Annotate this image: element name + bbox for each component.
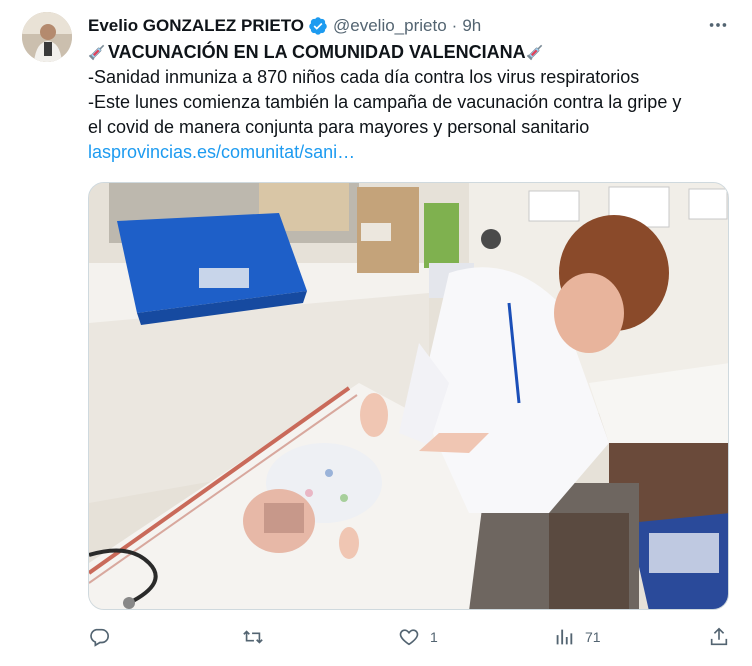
- action-bar: 1 71: [88, 626, 738, 654]
- tweet-line-3: el covid de manera conjunta para mayores…: [88, 117, 590, 137]
- more-options-icon[interactable]: [706, 14, 730, 36]
- like-count: 1: [430, 629, 438, 645]
- syringe-emoji-icon: [88, 41, 108, 61]
- tweet-title-line: VACUNACIÓN EN LA COMUNIDAD VALENCIANA: [88, 40, 738, 65]
- tweet-line-1: -Sanidad inmuniza a 870 niños cada día c…: [88, 67, 640, 87]
- author-name[interactable]: Evelio GONZALEZ PRIETO: [88, 16, 304, 36]
- separator-dot: ·: [451, 16, 458, 35]
- syringe-emoji-icon: [526, 41, 546, 61]
- author-handle[interactable]: @evelio_prieto: [333, 16, 447, 36]
- share-button[interactable]: [708, 626, 730, 648]
- tweet-header: Evelio GONZALEZ PRIETO @evelio_prieto · …: [88, 14, 481, 38]
- retweet-icon: [243, 630, 263, 644]
- views-icon: [556, 629, 573, 645]
- share-icon: [710, 627, 728, 646]
- tweet-card[interactable]: Evelio GONZALEZ PRIETO @evelio_prieto · …: [0, 0, 752, 666]
- reply-icon: [90, 628, 109, 647]
- tweet-time[interactable]: 9h: [462, 16, 481, 36]
- avatar[interactable]: [22, 12, 72, 62]
- heart-icon: [399, 629, 419, 646]
- like-button[interactable]: 1: [398, 626, 438, 648]
- views-button[interactable]: 71: [553, 626, 601, 648]
- views-count: 71: [585, 629, 601, 645]
- vaccination-photo-illustration: [89, 183, 728, 609]
- article-link[interactable]: lasprovincias.es/comunitat/sani…: [88, 140, 738, 165]
- tweet-line-2: -Este lunes comienza también la campaña …: [88, 92, 682, 112]
- tweet-title: VACUNACIÓN EN LA COMUNIDAD VALENCIANA: [108, 42, 526, 62]
- reply-button[interactable]: [88, 626, 110, 648]
- verified-badge-icon: [308, 16, 328, 36]
- retweet-button[interactable]: [242, 626, 264, 648]
- tweet-text: VACUNACIÓN EN LA COMUNIDAD VALENCIANA -S…: [88, 40, 738, 165]
- tweet-photo[interactable]: [88, 182, 729, 610]
